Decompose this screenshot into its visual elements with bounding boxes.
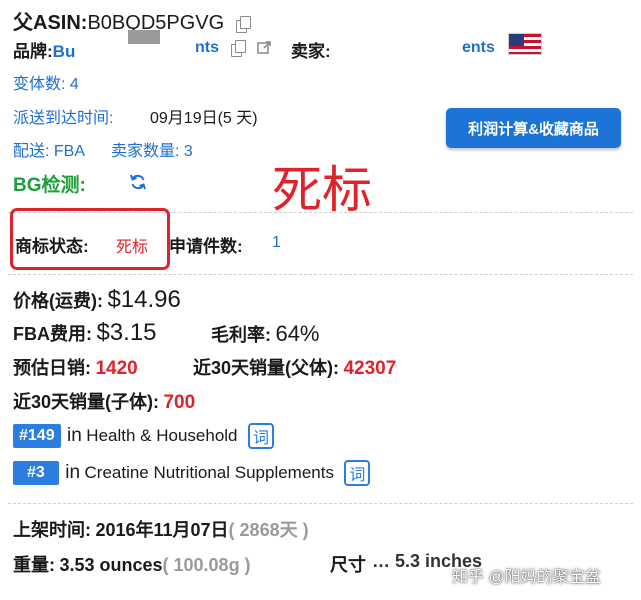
margin-value: 64% <box>275 321 320 346</box>
weight-label: 重量: <box>13 555 55 575</box>
brand-label: 品牌: <box>13 42 53 61</box>
listing-date-row: 上架时间: 2016年11月07日( 2868天 ) <box>13 516 309 542</box>
copy-icon[interactable] <box>231 40 246 57</box>
refresh-icon[interactable] <box>128 172 148 192</box>
listing-date-value: 2016年11月07日 <box>95 520 229 540</box>
trademark-status-value: 死标 <box>116 239 149 256</box>
brand-value-end[interactable]: nts <box>195 39 219 57</box>
rank-category: Health & Household <box>86 426 238 445</box>
fba-row: FBA费用: $3.15 <box>13 319 157 347</box>
applications-value[interactable]: 1 <box>272 234 281 252</box>
seller-label: 卖家: <box>291 42 331 61</box>
parent-asin-label: 父ASIN: <box>13 12 88 34</box>
weight-value: 3.53 ounces <box>59 555 163 575</box>
fba-label: FBA费用: <box>13 324 92 344</box>
listing-date-label: 上架时间: <box>13 520 91 540</box>
rank-badge[interactable]: #3 <box>13 461 59 485</box>
rank-row: #149 in Health & Household 词 <box>13 423 274 449</box>
brand-value-link[interactable]: Bu <box>53 42 76 61</box>
us-flag-icon <box>508 33 542 55</box>
watermark: 知乎 @阳妈的聚宝盆 <box>452 569 601 586</box>
daily-sales-row: 预估日销: 1420 <box>13 354 138 380</box>
rank-category: Creatine Nutritional Supplements <box>84 463 334 482</box>
parent-sales-label: 近30天销量(父体): <box>193 358 340 378</box>
external-link-icon[interactable] <box>257 40 272 55</box>
weight-grams: ( 100.08g ) <box>162 555 251 575</box>
rank-badge[interactable]: #149 <box>13 424 61 448</box>
divider <box>8 274 633 275</box>
rank-in: in <box>67 425 82 446</box>
copy-icon[interactable] <box>235 15 251 33</box>
margin-row: 毛利率: 64% <box>211 321 320 347</box>
brand-row: 品牌:Bu <box>13 37 75 62</box>
weight-row: 重量: 3.53 ounces( 100.08g ) <box>13 551 251 577</box>
price-value: $14.96 <box>107 286 181 313</box>
listing-days: ( 2868天 ) <box>228 520 309 540</box>
seller-value-link[interactable]: ents <box>462 39 495 57</box>
parent-sales-value: 42307 <box>343 358 397 379</box>
fulfillment-link[interactable]: 配送: FBA <box>13 137 85 161</box>
applications-label: 申请件数: <box>169 237 243 256</box>
seller-count-link[interactable]: 卖家数量: 3 <box>111 137 193 161</box>
keyword-icon[interactable]: 词 <box>344 460 371 486</box>
divider <box>8 503 633 504</box>
child-sales-row: 近30天销量(子体): 700 <box>13 388 195 414</box>
flag-canton <box>509 34 524 46</box>
margin-label: 毛利率: <box>211 325 271 345</box>
profit-calc-button[interactable]: 利润计算&收藏商品 <box>446 108 621 148</box>
bg-check-label: BG检测: <box>13 175 86 196</box>
trademark-status-label: 商标状态: <box>15 237 89 256</box>
daily-sales-label: 预估日销: <box>13 358 91 378</box>
rank-in: in <box>65 462 81 483</box>
redaction-block <box>128 30 160 44</box>
delivery-label[interactable]: 派送到达时间: <box>13 104 113 128</box>
rank-row: #3 in Creatine Nutritional Supplements 词 <box>13 460 371 486</box>
parent-sales-row: 近30天销量(父体): 42307 <box>193 354 396 380</box>
daily-sales-value: 1420 <box>95 358 138 379</box>
delivery-value: 09月19日(5 天) <box>150 110 258 127</box>
variants-link[interactable]: 变体数: 4 <box>13 70 79 94</box>
child-sales-value: 700 <box>163 392 196 413</box>
size-label: 尺寸 <box>330 555 366 575</box>
keyword-icon[interactable]: 词 <box>247 423 274 449</box>
price-row: 价格(运费): $14.96 <box>13 286 181 314</box>
price-label: 价格(运费): <box>13 291 103 311</box>
child-sales-label: 近30天销量(子体): <box>13 392 160 412</box>
fba-value: $3.15 <box>96 319 157 346</box>
